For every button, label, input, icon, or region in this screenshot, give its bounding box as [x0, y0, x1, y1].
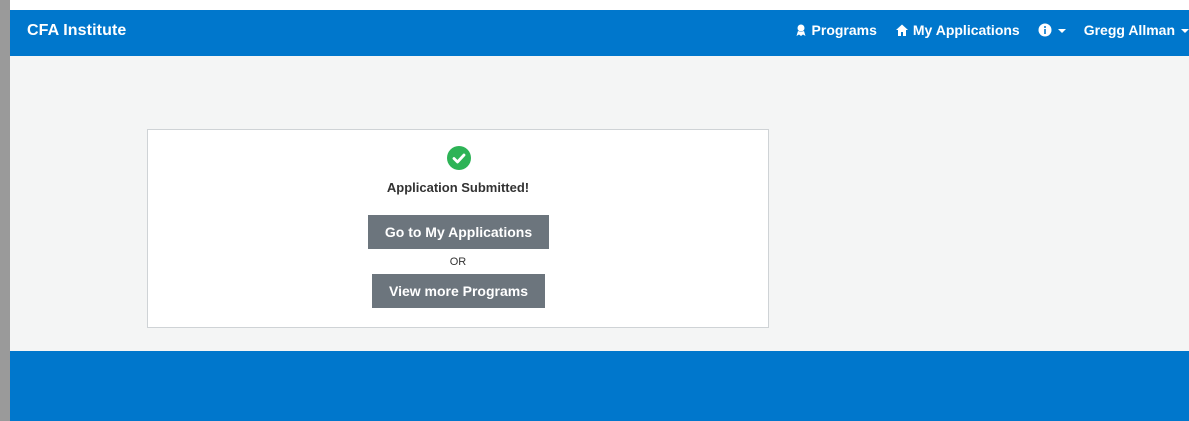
- nav-programs-label: Programs: [811, 22, 877, 38]
- nav-programs[interactable]: Programs: [794, 22, 877, 38]
- nav-my-applications[interactable]: My Applications: [895, 22, 1020, 38]
- or-separator: OR: [449, 256, 467, 268]
- info-menu[interactable]: [1038, 23, 1066, 37]
- app-window: CFA Institute Programs My Applications G…: [0, 0, 1189, 421]
- status-message: Application Submitted!: [386, 180, 530, 195]
- user-name: Gregg Allman: [1083, 22, 1175, 38]
- go-to-my-applications-button[interactable]: Go to My Applications: [368, 215, 549, 249]
- footer-bar: [10, 351, 1189, 421]
- nav-my-applications-label: My Applications: [912, 22, 1020, 38]
- award-ribbon-icon: [794, 23, 808, 37]
- check-circle-icon: [447, 146, 471, 170]
- info-circle-icon: [1038, 23, 1052, 37]
- chevron-down-icon: [1181, 29, 1189, 33]
- user-menu[interactable]: Gregg Allman: [1084, 22, 1189, 38]
- home-icon: [895, 23, 909, 37]
- top-strip: [10, 0, 1189, 10]
- confirmation-card: Application Submitted! Go to My Applicat…: [147, 129, 769, 328]
- view-more-programs-button[interactable]: View more Programs: [372, 274, 545, 308]
- top-navigation-bar: CFA Institute Programs My Applications G…: [10, 10, 1189, 56]
- top-nav: Programs My Applications Gregg Allman: [794, 22, 1189, 38]
- main-content: Application Submitted! Go to My Applicat…: [10, 56, 1189, 351]
- brand-logo[interactable]: CFA Institute: [27, 22, 126, 40]
- chevron-down-icon: [1057, 29, 1066, 33]
